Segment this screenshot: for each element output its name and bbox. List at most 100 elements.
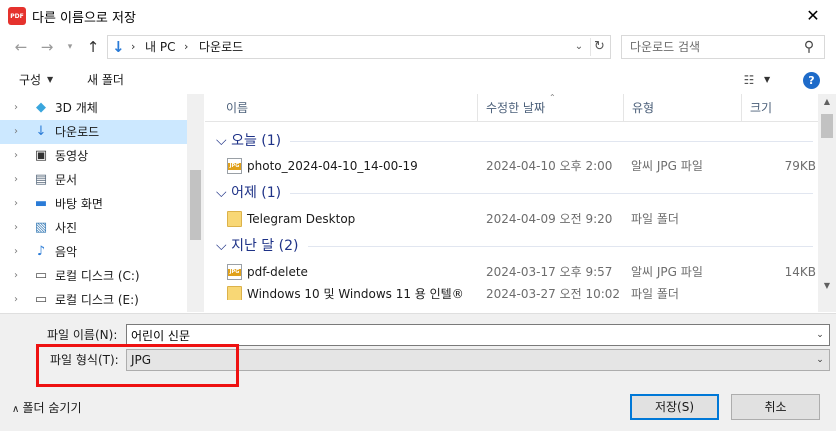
chevron-down-icon: ⌵ [216,238,232,254]
nav-item[interactable]: › ▤ 문서 [0,168,187,192]
drive-e-icon: ▭ [34,292,48,307]
music-icon: ♪ [36,244,46,259]
organize-menu-button[interactable]: 구성 [19,71,41,89]
pdf-app-icon: PDF [8,7,26,25]
file-modified: 2024-04-10 오후 2:00 [486,159,613,173]
chevron-down-icon: ⌵ [216,133,232,149]
scroll-down-arrow-icon[interactable]: ▼ [818,278,836,294]
nav-scrollbar-thumb[interactable] [190,170,201,240]
search-placeholder: 다운로드 검색 [630,40,701,54]
nav-item[interactable]: › ▧ 사진 [0,216,187,240]
filename-field[interactable] [126,324,830,346]
column-size[interactable]: 크기 [742,94,818,122]
organize-caret-icon[interactable]: ▼ [47,71,53,89]
file-type: 알씨 JPG 파일 [631,159,703,173]
group-divider [308,246,813,247]
download-folder-icon: ↓ [112,38,125,56]
download-icon: ↓ [35,124,47,139]
help-icon[interactable]: ? [803,72,820,89]
file-list-scrollbar-thumb[interactable] [821,114,833,138]
chevron-up-icon: ∧ [12,404,23,415]
file-type: 알씨 JPG 파일 [631,265,703,279]
file-modified: 2024-03-27 오전 10:02 [486,287,621,300]
file-row[interactable]: JPG pdf-delete 2024-03-17 오후 9:57 알씨 JPG… [205,260,818,284]
address-bar[interactable] [107,35,611,59]
file-name: Telegram Desktop [247,212,356,226]
close-button[interactable]: ✕ [790,0,836,31]
breadcrumb-separator-icon[interactable]: › [131,38,135,56]
nav-item[interactable]: › ♪ 음악 [0,240,187,264]
nav-item[interactable]: › ▭ 로컬 디스크 (E:) [0,288,187,312]
nav-item[interactable]: › ◆ 3D 개체 [0,96,187,120]
nav-item-label: 음악 [55,245,78,259]
new-folder-button[interactable]: 새 폴더 [87,71,124,89]
column-name[interactable]: 이름 [218,94,478,122]
expand-chevron-icon[interactable]: › [14,168,18,192]
filename-label: 파일 이름(N): [47,328,118,342]
nav-item-label: 문서 [55,173,78,187]
forward-arrow-icon[interactable]: → [38,38,56,56]
address-dropdown-icon[interactable]: ⌄ [571,38,587,56]
nav-item[interactable]: › ▬ 바탕 화면 [0,192,187,216]
group-label: 오늘 (1) [231,133,282,149]
expand-chevron-icon[interactable]: › [14,96,18,120]
breadcrumb-separator-icon[interactable]: › [184,38,188,56]
up-arrow-icon[interactable]: ↑ [84,38,102,56]
expand-chevron-icon[interactable]: › [14,264,18,288]
breadcrumb-this-pc[interactable]: 내 PC [145,38,175,56]
cube-icon: ◆ [36,100,46,115]
file-modified: 2024-04-09 오전 9:20 [486,212,613,226]
folder-icon [227,211,242,227]
jpg-file-icon: JPG [227,158,242,174]
nav-item[interactable]: › ▣ 동영상 [0,144,187,168]
refresh-icon[interactable]: ↻ [590,38,608,56]
save-button[interactable]: 저장(S) [630,394,719,420]
group-label: 어제 (1) [231,185,282,201]
breadcrumb-downloads[interactable]: 다운로드 [199,38,243,56]
sort-caret-icon: ⌃ [549,93,556,102]
window-title: 다른 이름으로 저장 [32,11,136,26]
hide-folders-button[interactable]: ∧ 폴더 숨기기 [12,399,82,419]
filename-dropdown-icon[interactable]: ⌄ [813,326,827,344]
nav-item-label: 3D 개체 [55,101,98,115]
group-divider [290,141,813,142]
file-row[interactable]: Windows 10 및 Windows 11 용 인텔® 2024-03-27… [205,282,818,300]
nav-item-label: 동영상 [55,149,89,163]
nav-item[interactable]: › ▭ 로컬 디스크 (C:) [0,264,187,288]
expand-chevron-icon[interactable]: › [14,192,18,216]
expand-chevron-icon[interactable]: › [14,240,18,264]
file-size: 14KB [784,265,816,279]
scroll-up-arrow-icon[interactable]: ▲ [818,94,836,110]
highlight-box [36,344,239,387]
group-header-last-month[interactable]: ⌵ 지난 달 (2) [216,234,298,258]
filetype-dropdown-icon[interactable]: ⌄ [813,351,827,369]
group-header-yesterday[interactable]: ⌵ 어제 (1) [216,181,281,205]
cancel-button[interactable]: 취소 [731,394,820,420]
back-arrow-icon[interactable]: ← [12,38,30,56]
nav-item[interactable]: › ↓ 다운로드 [0,120,187,144]
group-header-today[interactable]: ⌵ 오늘 (1) [216,129,281,153]
file-row[interactable]: JPG photo_2024-04-10_14-00-19 2024-04-10… [205,154,818,178]
nav-item-label: 로컬 디스크 (E:) [55,293,139,307]
column-type[interactable]: 유형 [624,94,742,122]
expand-chevron-icon[interactable]: › [14,120,18,144]
hide-folders-label: 폴더 숨기기 [22,401,82,415]
document-icon: ▤ [34,172,48,187]
navigation-pane: › ◆ 3D 개체 › ↓ 다운로드 › ▣ 동영상 › ▤ 문서 › ▬ 바탕 화면 › ▧ 사진 › ♪ 음악 › ▭ 로… [0,94,204,312]
view-options-icon[interactable]: ☷ [740,72,758,88]
nav-item-label: 사진 [55,221,78,235]
jpg-file-icon: JPG [227,264,242,280]
file-name: Windows 10 및 Windows 11 용 인텔® [247,287,464,300]
group-label: 지난 달 (2) [231,238,299,254]
view-caret-icon[interactable]: ▼ [764,72,770,88]
file-type: 파일 폴더 [631,287,679,300]
group-divider [290,193,813,194]
file-type: 파일 폴더 [631,212,679,226]
video-icon: ▣ [34,148,48,163]
recent-locations-chevron-icon[interactable]: ▾ [64,38,76,56]
file-row[interactable]: Telegram Desktop 2024-04-09 오전 9:20 파일 폴… [205,207,818,231]
expand-chevron-icon[interactable]: › [14,288,18,312]
search-icon[interactable]: ⚲ [800,38,818,56]
expand-chevron-icon[interactable]: › [14,216,18,240]
expand-chevron-icon[interactable]: › [14,144,18,168]
